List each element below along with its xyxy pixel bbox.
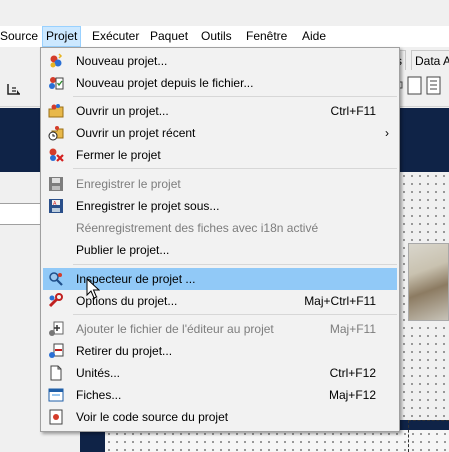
project-inspector-icon — [49, 272, 63, 286]
image-component[interactable] — [408, 243, 449, 321]
menu-source[interactable]: Source — [0, 26, 38, 47]
menu-item-label: Fermer le projet — [76, 148, 161, 162]
projet-dropdown-menu: Nouveau projet... Nouveau projet depuis … — [40, 47, 400, 432]
menu-item-new-project-from-file[interactable]: Nouveau projet depuis le fichier... — [43, 72, 397, 94]
menu-item-label: Publier le projet... — [76, 243, 170, 257]
menu-separator — [73, 96, 397, 97]
side-input-field[interactable] — [0, 203, 42, 225]
open-project-icon — [48, 104, 64, 118]
menu-item-shortcut: Ctrl+F11 — [330, 104, 376, 118]
view-source-icon — [49, 409, 63, 425]
menu-item-shortcut: Ctrl+F12 — [329, 366, 376, 380]
mouse-cursor-icon — [86, 278, 100, 299]
menu-item-save-project-as[interactable]: A Enregistrer le projet sous... — [43, 195, 397, 217]
new-project-icon — [50, 53, 63, 68]
menu-paquet[interactable]: Paquet — [150, 26, 188, 47]
menu-item-label: Fiches... — [76, 388, 122, 402]
menu-item-remove-from-project[interactable]: Retirer du projet... — [43, 340, 397, 362]
palette-tab-data-access[interactable]: Data A — [411, 50, 449, 70]
menu-item-label: Enregistrer le projet — [76, 177, 181, 191]
menu-item-open-project[interactable]: Ouvrir un projet... Ctrl+F11 — [43, 100, 397, 122]
menu-item-save-project[interactable]: Enregistrer le projet — [43, 173, 397, 195]
form-bottom-grid[interactable] — [105, 430, 449, 452]
units-icon — [50, 365, 62, 381]
menu-item-shortcut: Maj+F11 — [329, 322, 376, 336]
menu-item-close-project[interactable]: Fermer le projet — [43, 144, 397, 166]
menu-item-label: Ouvrir un projet... — [76, 104, 169, 118]
menubar: Source Projet Exécuter Paquet Outils Fen… — [0, 26, 449, 47]
menu-item-view-project-source[interactable]: Voir le code source du projet — [43, 406, 397, 428]
selection-dashed-box — [408, 420, 449, 452]
menu-separator — [73, 314, 397, 315]
open-recent-icon — [48, 126, 64, 141]
menu-executer[interactable]: Exécuter — [92, 26, 139, 47]
save-project-icon — [49, 177, 63, 191]
save-project-as-icon: A — [49, 199, 63, 213]
menu-item-resave-forms-i18n[interactable]: Réenregistrement des fiches avec i18n ac… — [43, 217, 397, 239]
menu-item-new-project[interactable]: Nouveau projet... — [43, 50, 397, 72]
menu-item-open-recent-project[interactable]: Ouvrir un projet récent › — [43, 122, 397, 144]
menu-item-shortcut: Maj+F12 — [328, 388, 376, 402]
menu-item-forms[interactable]: Fiches... Maj+F12 — [43, 384, 397, 406]
menu-item-units[interactable]: Unités... Ctrl+F12 — [43, 362, 397, 384]
menu-item-label: Ajouter le fichier de l'éditeur au proje… — [76, 322, 274, 336]
menu-outils[interactable]: Outils — [201, 26, 232, 47]
menu-item-label: Unités... — [76, 366, 121, 380]
palette-component-icons[interactable] — [392, 74, 449, 96]
menu-aide[interactable]: Aide — [302, 26, 326, 47]
menu-item-label: Voir le code source du projet — [76, 410, 229, 424]
toolbar-return-icon[interactable] — [6, 82, 22, 96]
menu-item-label: Ouvrir un projet récent — [76, 126, 196, 140]
forms-icon — [48, 388, 64, 402]
menu-item-label: Enregistrer le projet sous... — [76, 199, 220, 213]
add-editor-file-icon — [49, 321, 64, 336]
menu-separator — [73, 168, 397, 169]
menu-item-label: Nouveau projet depuis le fichier... — [76, 76, 254, 90]
menu-item-label: Réenregistrement des fiches avec i18n ac… — [76, 221, 319, 235]
close-project-icon — [49, 148, 64, 162]
svg-text:A: A — [53, 201, 57, 207]
menu-projet[interactable]: Projet — [42, 26, 82, 47]
remove-from-project-icon — [49, 343, 64, 358]
menu-separator — [73, 264, 397, 265]
menu-item-shortcut: Maj+Ctrl+F11 — [304, 294, 376, 308]
menu-item-label: Retirer du projet... — [76, 344, 173, 358]
menu-fenetre[interactable]: Fenêtre — [246, 26, 287, 47]
submenu-arrow-icon: › — [385, 126, 389, 140]
menu-item-label: Nouveau projet... — [76, 54, 168, 68]
new-project-from-file-icon — [49, 77, 64, 90]
menu-item-add-editor-file[interactable]: Ajouter le fichier de l'éditeur au proje… — [43, 318, 397, 340]
menu-item-publish-project[interactable]: Publier le projet... — [43, 239, 397, 261]
project-options-icon — [48, 293, 63, 308]
